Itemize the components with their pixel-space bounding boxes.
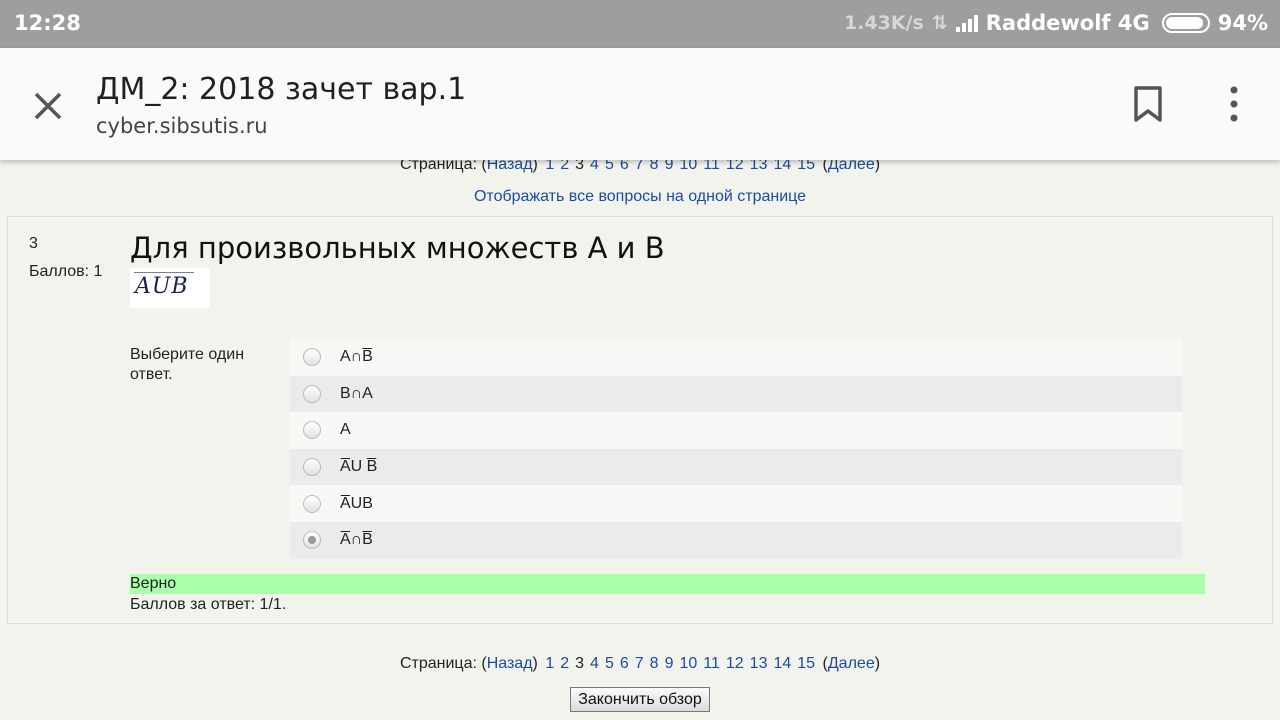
answer-option[interactable]: A∩B̅ (290, 339, 1182, 376)
pager-paren: ) (532, 655, 538, 672)
answer-options: A∩B̅ B∩A A A̅U B̅ A̅UB A̅∩B̅ (290, 339, 1182, 559)
pager-page-link[interactable]: 15 (797, 655, 815, 672)
answer-label: A̅∩B̅ (340, 531, 373, 549)
pager-page-link[interactable]: 10 (679, 655, 697, 672)
pager-page-link[interactable]: 5 (605, 655, 614, 672)
pager-page-link[interactable]: 1 (545, 655, 554, 672)
more-vert-icon[interactable] (1222, 84, 1246, 124)
answer-radio[interactable] (303, 384, 321, 403)
data-transfer-icon: ⇅ (931, 12, 948, 34)
page-title: ДМ_2: 2018 зачет вар.1 (96, 72, 467, 107)
answer-label: A̅UB (340, 494, 373, 512)
answer-option[interactable]: A̅UB (290, 485, 1182, 522)
answer-prompt: Выберите один ответ. (130, 346, 245, 383)
formula-overline (134, 272, 194, 273)
question-number: 3 (29, 235, 38, 252)
close-icon[interactable] (28, 86, 68, 126)
pager-page-link[interactable]: 6 (620, 655, 629, 672)
question-info: 3 Баллов: 1 (29, 230, 102, 286)
answer-radio[interactable] (303, 348, 321, 367)
question-text: Для произвольных множеств A и B (130, 231, 665, 265)
pager-bottom: Страница: (Назад) 1 2 3 4 5 6 7 8 9 10 11 12 13 14 15 … (0, 655, 1280, 673)
show-all-link[interactable]: Отображать все вопросы на одной странице (474, 188, 806, 205)
answer-option[interactable]: B∩A (290, 375, 1182, 413)
page-url: cyber.sibsutis.ru (96, 114, 268, 138)
status-bar: 12:28 1.43K/s ⇅ Raddewolf 4G 94% (0, 0, 1280, 48)
question-block: 3 Баллов: 1 Для произвольных множеств A … (7, 216, 1273, 624)
question-formula-image: AUB (130, 268, 210, 308)
pager-page-link[interactable]: 9 (665, 655, 674, 672)
pager-page-link[interactable]: 7 (635, 655, 644, 672)
pager-page-link[interactable]: 11 (703, 655, 720, 672)
answer-label: A∩B̅ (340, 348, 373, 366)
battery-percent: 94% (1217, 11, 1268, 35)
answer-option[interactable]: A̅U B̅ (290, 448, 1182, 486)
answer-option[interactable]: A̅∩B̅ (290, 521, 1182, 559)
status-time: 12:28 (14, 11, 81, 35)
pager-page-link[interactable]: 12 (726, 655, 744, 672)
pager-label: Страница: ( (399, 655, 487, 672)
finish-review-button[interactable]: Закончить обзор (570, 687, 710, 712)
pager-next-link[interactable]: Далее (828, 655, 875, 672)
browser-toolbar: ДМ_2: 2018 зачет вар.1 cyber.sibsutis.ru (0, 48, 1280, 160)
answer-radio[interactable] (303, 458, 321, 477)
pager-prev-link[interactable]: Назад (487, 655, 533, 672)
pager-page-link[interactable]: 13 (750, 655, 768, 672)
feedback-correct: Верно (130, 574, 1205, 594)
pager-current-page: 3 (575, 655, 585, 672)
network-speed: 1.43K/s (843, 12, 924, 34)
answer-radio[interactable] (303, 421, 321, 440)
pager-page-link[interactable]: 4 (590, 655, 599, 672)
pager-page-link[interactable]: 2 (560, 655, 569, 672)
carrier-name: Raddewolf 4G (985, 11, 1150, 35)
answer-score: Баллов за ответ: 1/1. (130, 596, 287, 613)
pager-pages: 1 2 3 4 5 6 7 8 9 10 11 12 13 14 15 (542, 655, 818, 672)
answer-label: B∩A (340, 384, 373, 402)
formula-text: AUB (135, 274, 189, 299)
pager-page-link[interactable]: 14 (773, 655, 791, 672)
answer-option[interactable]: A (290, 412, 1182, 449)
pager-page-link[interactable]: 8 (650, 655, 659, 672)
show-all-questions: Отображать все вопросы на одной странице (0, 188, 1280, 206)
answer-radio[interactable] (303, 494, 321, 513)
answer-label: A (340, 421, 351, 439)
bookmark-icon[interactable] (1130, 84, 1166, 124)
answer-radio[interactable] (303, 531, 321, 550)
battery-icon (1161, 13, 1210, 33)
answer-label: A̅U B̅ (340, 458, 378, 476)
question-points: Баллов: 1 (29, 263, 103, 280)
status-right: 1.43K/s ⇅ Raddewolf 4G 94% (844, 11, 1268, 35)
pager-paren: ) (874, 655, 881, 672)
signal-icon (955, 14, 978, 32)
